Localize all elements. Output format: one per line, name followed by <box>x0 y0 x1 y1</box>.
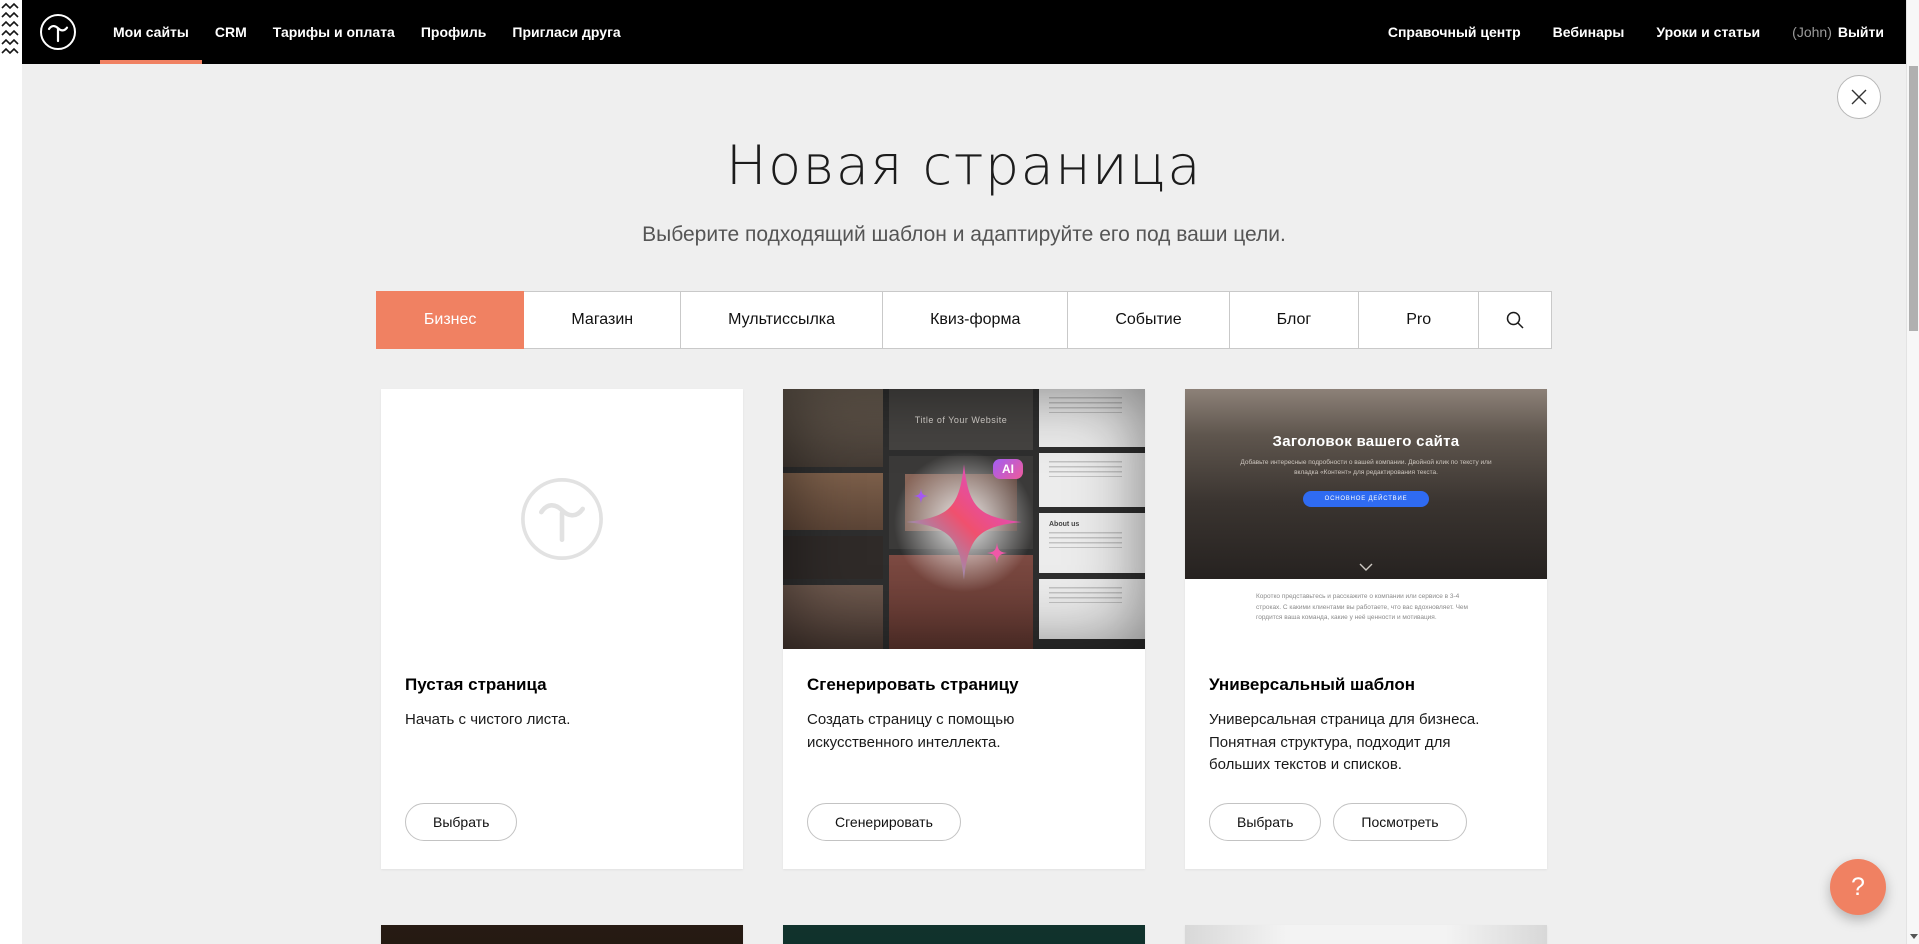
tab-event[interactable]: Событие <box>1067 291 1229 349</box>
card-buttons: Сгенерировать <box>807 803 1121 841</box>
card-title: Пустая страница <box>405 675 719 695</box>
page-root: Мои сайты CRM Тарифы и оплата Профиль Пр… <box>22 0 1906 944</box>
card-universal-template: Заголовок вашего сайта Добавьте интересн… <box>1185 389 1547 869</box>
card-description: Универсальная страница для бизнеса. Поня… <box>1209 709 1509 777</box>
template-cards-grid: Пустая страница Начать с чистого листа. … <box>381 389 1547 944</box>
preview-site-subtitle: Добавьте интересные подробности о вашей … <box>1236 458 1497 479</box>
generate-button[interactable]: Сгенерировать <box>807 803 961 841</box>
card-title: Универсальный шаблон <box>1209 675 1523 695</box>
preview-cover: Заголовок вашего сайта Добавьте интересн… <box>1185 389 1547 579</box>
tab-quiz-form[interactable]: Квиз-форма <box>882 291 1068 349</box>
card-description: Начать с чистого листа. <box>405 709 705 732</box>
card-partial <box>381 925 743 944</box>
tab-store[interactable]: Магазин <box>523 291 681 349</box>
left-edge-strip <box>0 0 22 944</box>
close-icon <box>1850 88 1868 106</box>
partial-template-preview <box>381 925 743 944</box>
nav-item-invite-friend[interactable]: Пригласи друга <box>499 0 633 64</box>
card-buttons: Выбрать Посмотреть <box>1209 803 1523 841</box>
partial-template-preview <box>783 925 1145 944</box>
universal-template-preview: Заголовок вашего сайта Добавьте интересн… <box>1185 389 1547 649</box>
preview-body: Коротко представьтесь и расскажите о ком… <box>1185 579 1547 649</box>
tilda-logo-icon <box>38 12 78 52</box>
choose-button[interactable]: Выбрать <box>405 803 517 841</box>
logout-link[interactable]: Выйти <box>1838 24 1884 40</box>
tilda-logo[interactable] <box>38 12 78 52</box>
nav-item-webinars[interactable]: Вебинары <box>1539 0 1639 64</box>
template-category-tabs: Бизнес Магазин Мультиссылка Квиз-форма С… <box>22 291 1906 349</box>
nav-item-crm[interactable]: CRM <box>202 0 260 64</box>
help-button[interactable]: ? <box>1830 859 1886 915</box>
vertical-scrollbar[interactable] <box>1906 0 1919 944</box>
scrollbar-thumb[interactable] <box>1909 66 1918 331</box>
close-button[interactable] <box>1837 75 1881 119</box>
zigzag-pattern-icon <box>0 0 22 58</box>
user-name: (John) <box>1792 24 1832 40</box>
small-sparkle-icon <box>913 488 929 504</box>
tab-multilink[interactable]: Мультиссылка <box>680 291 883 349</box>
ai-generate-preview: Title of Your Website About us <box>783 389 1145 649</box>
navbar-right-group: Справочный центр Вебинары Уроки и статьи… <box>1374 0 1886 64</box>
search-icon <box>1505 310 1525 330</box>
page-subtitle: Выберите подходящий шаблон и адаптируйте… <box>22 223 1906 247</box>
tab-business[interactable]: Бизнес <box>376 291 525 349</box>
chevron-down-icon <box>1359 563 1373 571</box>
navbar-left-group: Мои сайты CRM Тарифы и оплата Профиль Пр… <box>100 0 634 64</box>
tab-pro[interactable]: Pro <box>1358 291 1479 349</box>
card-partial <box>1185 925 1547 944</box>
partial-template-preview <box>1185 925 1547 944</box>
view-button[interactable]: Посмотреть <box>1333 803 1466 841</box>
card-buttons: Выбрать <box>405 803 719 841</box>
top-navbar: Мои сайты CRM Тарифы и оплата Профиль Пр… <box>22 0 1906 64</box>
nav-item-my-sites[interactable]: Мои сайты <box>100 0 202 64</box>
card-title: Сгенерировать страницу <box>807 675 1121 695</box>
preview-site-title: Заголовок вашего сайта <box>1273 433 1460 450</box>
user-group: (John) Выйти <box>1778 0 1886 64</box>
choose-button[interactable]: Выбрать <box>1209 803 1321 841</box>
nav-item-pricing[interactable]: Тарифы и оплата <box>260 0 408 64</box>
card-ai-generate: Title of Your Website About us <box>783 389 1145 869</box>
blank-page-preview <box>381 389 743 649</box>
card-blank-page: Пустая страница Начать с чистого листа. … <box>381 389 743 869</box>
preview-body-text: Коротко представьтесь и расскажите о ком… <box>1256 592 1476 649</box>
preview-cta-button: Основное действие <box>1303 491 1430 507</box>
page-title: Новая страница <box>22 134 1906 197</box>
card-body: Пустая страница Начать с чистого листа. … <box>381 649 743 869</box>
small-sparkle-icon <box>986 542 1008 564</box>
tilda-watermark-icon <box>516 473 608 565</box>
card-partial <box>783 925 1145 944</box>
tab-blog[interactable]: Блог <box>1229 291 1360 349</box>
nav-item-help-center[interactable]: Справочный центр <box>1374 0 1535 64</box>
card-description: Создать страницу с помощью искусственног… <box>807 709 1107 754</box>
nav-item-lessons[interactable]: Уроки и статьи <box>1642 0 1774 64</box>
tab-search[interactable] <box>1478 291 1552 349</box>
scrollbar-down-arrow-icon[interactable] <box>1907 929 1919 943</box>
card-body: Сгенерировать страницу Создать страницу … <box>783 649 1145 869</box>
nav-item-profile[interactable]: Профиль <box>408 0 500 64</box>
ai-badge: AI <box>993 459 1023 479</box>
card-body: Универсальный шаблон Универсальная стран… <box>1185 649 1547 869</box>
